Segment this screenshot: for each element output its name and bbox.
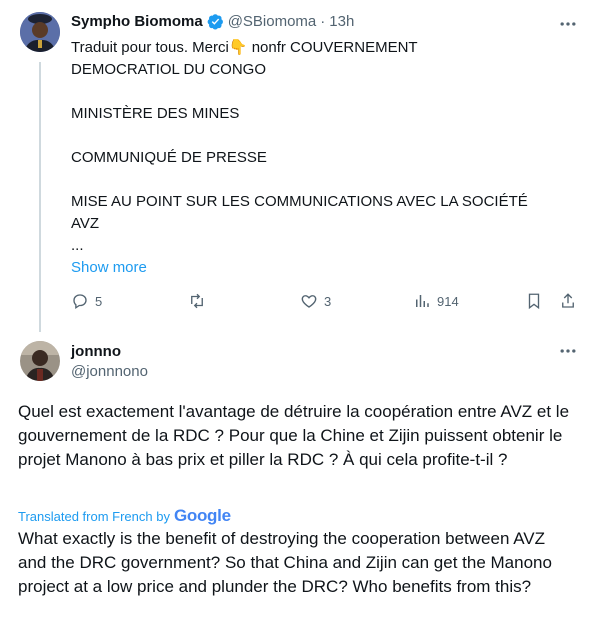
- bookmark-button[interactable]: [525, 292, 543, 310]
- avatar-sympho[interactable]: [20, 12, 60, 52]
- avatar-jonnno[interactable]: [20, 341, 60, 381]
- more-button[interactable]: [558, 14, 578, 39]
- like-count: 3: [324, 293, 332, 309]
- author-name[interactable]: Sympho Biomoma: [71, 13, 203, 30]
- share-button[interactable]: [559, 292, 577, 310]
- share-icon: [562, 293, 574, 308]
- translated-label: Translated from French by: [18, 508, 170, 524]
- views-icon: [416, 295, 429, 307]
- author-handle[interactable]: @jonnnono: [71, 363, 148, 380]
- author-name[interactable]: jonnno: [71, 343, 121, 360]
- views-button[interactable]: 914: [413, 292, 459, 310]
- translation-credit: Translated from French by Google: [18, 506, 231, 526]
- like-icon: [301, 295, 317, 308]
- views-count: 914: [437, 293, 459, 309]
- more-button[interactable]: [558, 341, 578, 366]
- like-button[interactable]: 3: [300, 292, 331, 310]
- reply-icon: [73, 294, 87, 310]
- author-handle[interactable]: @SBiomoma: [228, 13, 317, 30]
- verified-badge-icon: [207, 14, 223, 30]
- retweet-icon: [191, 293, 203, 309]
- pointing-down-emoji: 👇: [228, 39, 248, 56]
- more-icon: [560, 22, 576, 26]
- tweet-text-rest: nonfr COUVERNEMENT DEMOCRATIOL DU CONGO …: [71, 39, 528, 254]
- reply-count: 5: [95, 293, 103, 309]
- avatar-portrait-icon: [20, 12, 60, 52]
- separator-dot: ·: [320, 13, 326, 30]
- tweet-text-english: What exactly is the benefit of destroyin…: [18, 529, 552, 596]
- thread-line: [39, 62, 41, 332]
- show-more-link[interactable]: Show more: [71, 259, 147, 276]
- bookmark-icon: [528, 293, 540, 310]
- tweet-time[interactable]: 13h: [329, 13, 354, 30]
- retweet-button[interactable]: [188, 292, 212, 310]
- tweet-text-start: Traduit pour tous. Merci: [71, 39, 229, 56]
- google-logo: Google: [173, 506, 231, 525]
- reply-button[interactable]: 5: [71, 292, 102, 310]
- avatar-portrait-icon: [20, 341, 60, 381]
- tweet-text-french: Quel est exactement l'avantage de détrui…: [18, 402, 570, 469]
- more-icon: [560, 349, 576, 353]
- tweet-text: Traduit pour tous. Merci👇 nonfr COUVERNE…: [71, 37, 581, 257]
